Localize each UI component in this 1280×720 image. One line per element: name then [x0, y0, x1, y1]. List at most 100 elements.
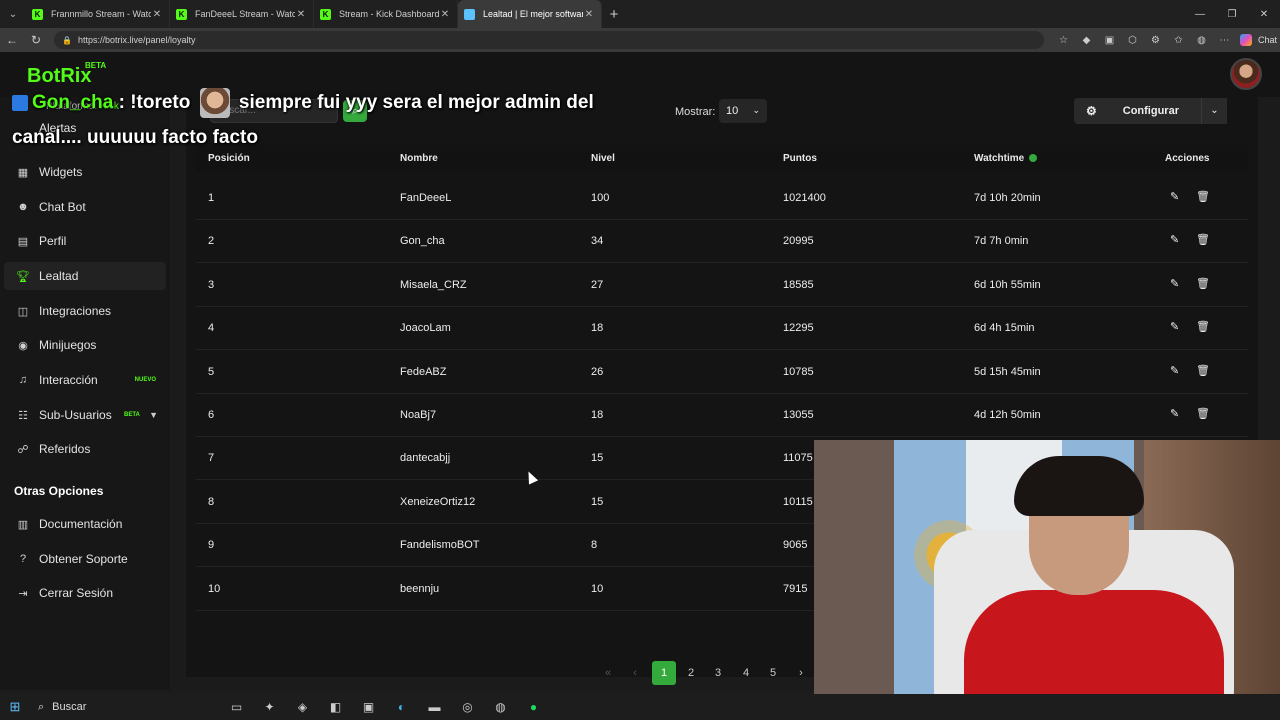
sidebar-item-cerrar-sesion[interactable]: ⇥ Cerrar Sesión [4, 579, 166, 607]
cell-points: 7915 [783, 582, 808, 595]
table-row: 5 FedeABZ 26 10785 5d 15h 45min ✎ 🗑︎ [196, 351, 1248, 394]
minimize-icon[interactable]: — [1184, 9, 1216, 20]
edit-icon[interactable]: ✎ [1170, 364, 1179, 377]
extension-icons: ☆ ◆ ▣ ⬡ ⚙ ✩ ◍ ⋯ [1052, 35, 1236, 46]
page-button[interactable]: 5 [761, 661, 785, 685]
browser-tab[interactable]: K FanDeeeL Stream - Watch Live on ✕ [170, 0, 314, 28]
users-icon: ☷ [18, 409, 28, 422]
tab-actions-icon[interactable]: ⌄ [0, 0, 26, 28]
cell-level: 26 [591, 365, 604, 378]
close-tab-icon[interactable]: ✕ [583, 9, 595, 20]
chat-message-part: canal.... uuuuuu facto facto [12, 127, 258, 148]
cell-points: 12295 [783, 322, 814, 335]
browser-tab[interactable]: K Stream - Kick Dashboard ✕ [314, 0, 458, 28]
sidebar-item-label: Referidos [39, 442, 91, 456]
first-page-icon[interactable]: « [596, 661, 620, 685]
edit-icon[interactable]: ✎ [1170, 190, 1179, 203]
delete-icon[interactable]: 🗑︎ [1196, 190, 1210, 203]
tab-label: FanDeeeL Stream - Watch Live on [195, 9, 295, 19]
edit-icon[interactable]: ✎ [1170, 407, 1179, 420]
sidebar-item-perfil[interactable]: ▤ Perfil [4, 227, 166, 255]
next-page-icon[interactable]: › [789, 661, 813, 685]
edit-icon[interactable]: ✎ [1170, 277, 1179, 290]
more-icon[interactable]: ⋯ [1213, 35, 1236, 46]
browser-tab[interactable]: K Frannmillo Stream - Watch Liv ✕ [26, 0, 170, 28]
sidebar-item-label: Chat Bot [39, 200, 86, 214]
table-row: 3 Misaela_CRZ 27 18585 6d 10h 55min ✎ 🗑︎ [196, 264, 1248, 307]
new-tab-icon[interactable]: + [602, 6, 626, 23]
previous-page-icon[interactable]: ‹ [623, 661, 647, 685]
maximize-icon[interactable]: ❐ [1216, 9, 1248, 20]
favorites-icon[interactable]: ✩ [1167, 35, 1190, 46]
delete-icon[interactable]: 🗑︎ [1196, 233, 1210, 246]
delete-icon[interactable]: 🗑︎ [1196, 277, 1210, 290]
edit-icon[interactable]: ✎ [1170, 233, 1179, 246]
document-icon: ▥ [17, 518, 29, 531]
extension-icon[interactable]: ◆ [1075, 35, 1098, 46]
column-header-watchtime[interactable]: Watchtime [974, 153, 1038, 164]
edge-icon[interactable]: ◐ [385, 700, 418, 714]
configure-label: Configurar [1122, 105, 1179, 117]
delete-icon[interactable]: 🗑︎ [1196, 407, 1210, 420]
cell-points: 11075 [783, 452, 813, 465]
botrix-favicon-icon [464, 8, 475, 20]
delete-icon[interactable]: 🗑︎ [1196, 320, 1210, 333]
configure-dropdown-button[interactable]: ⌄ [1201, 98, 1227, 124]
star-icon[interactable]: ☆ [1052, 35, 1075, 46]
spotify-icon[interactable]: ● [517, 700, 550, 714]
cell-pos: 5 [208, 365, 215, 378]
chevron-down-icon[interactable]: ▼ [149, 410, 158, 420]
sidebar-item-widgets[interactable]: ▦ Widgets [4, 158, 166, 186]
cell-name: Misaela_CRZ [400, 278, 467, 291]
task-view-icon[interactable]: ▭ [220, 700, 253, 714]
copilot-chat-button[interactable]: Chat [1240, 34, 1277, 46]
close-window-icon[interactable]: ✕ [1248, 9, 1280, 20]
extension-icon[interactable]: ⚙ [1144, 35, 1167, 46]
profile-icon[interactable]: ◍ [1190, 35, 1213, 46]
info-icon[interactable] [1029, 154, 1038, 163]
sidebar-item-soporte[interactable]: ? Obtener Soporte [4, 545, 166, 573]
sidebar-item-integraciones[interactable]: ◫ Integraciones [4, 297, 166, 325]
avatar[interactable] [1230, 58, 1262, 90]
sidebar-item-lealtad[interactable]: 🏆︎ Lealtad [4, 262, 166, 290]
column-header[interactable]: Puntos [783, 153, 817, 164]
extension-icon[interactable]: ▣ [1098, 35, 1121, 46]
delete-icon[interactable]: 🗑︎ [1196, 364, 1210, 377]
refresh-icon[interactable]: ↻ [24, 33, 48, 47]
windows-start-icon[interactable]: ⊞ [0, 699, 30, 715]
sidebar-item-documentacion[interactable]: ▥ Documentación [4, 510, 166, 538]
store-icon[interactable]: ▣ [352, 700, 385, 714]
page-button[interactable]: 4 [734, 661, 758, 685]
sidebar-item-interaccion[interactable]: ♫ Interacción NUEVO [4, 366, 166, 394]
sidebar-item-sub-usuarios[interactable]: ☷ Sub-Usuarios BETA ▼ [4, 401, 166, 429]
sidebar-item-chat-bot[interactable]: ☻ Chat Bot [4, 193, 166, 221]
app-icon[interactable]: ◈ [286, 700, 319, 714]
edit-icon[interactable]: ✎ [1170, 320, 1179, 333]
vscode-icon[interactable]: ◧ [319, 700, 352, 714]
sidebar-item-label: Documentación [39, 517, 123, 531]
close-tab-icon[interactable]: ✕ [151, 9, 163, 20]
page-button[interactable]: 1 [652, 661, 676, 685]
close-tab-icon[interactable]: ✕ [295, 9, 307, 20]
back-icon[interactable]: ← [0, 33, 24, 47]
url-field[interactable]: 🔒 https://botrix.live/panel/loyalty [54, 31, 1044, 49]
page-button[interactable]: 3 [706, 661, 730, 685]
copilot-icon[interactable]: ✦ [253, 700, 286, 714]
cell-pos: 3 [208, 278, 215, 291]
taskbar-search[interactable]: ⌕ Buscar [30, 695, 220, 719]
sidebar-item-minijuegos[interactable]: ◉ Minijuegos [4, 331, 166, 359]
file-explorer-icon[interactable]: ▬ [418, 700, 451, 714]
discord-icon[interactable]: ◍ [484, 700, 517, 714]
cell-pos: 7 [208, 452, 215, 465]
close-tab-icon[interactable]: ✕ [439, 9, 451, 20]
cell-watchtime: 6d 10h 55min [974, 278, 1041, 291]
extension-icon[interactable]: ⬡ [1121, 35, 1144, 46]
cell-points: 18585 [783, 278, 814, 291]
cell-pos: 2 [208, 235, 215, 248]
beta-badge: BETA [85, 61, 107, 70]
cell-name: NoaBj7 [400, 409, 437, 421]
chrome-icon[interactable]: ◎ [451, 700, 484, 714]
browser-tab-active[interactable]: Lealtad | El mejor software para p ✕ [458, 0, 602, 28]
page-button[interactable]: 2 [679, 661, 703, 685]
sidebar-item-referidos[interactable]: ☍ Referidos [4, 435, 166, 463]
